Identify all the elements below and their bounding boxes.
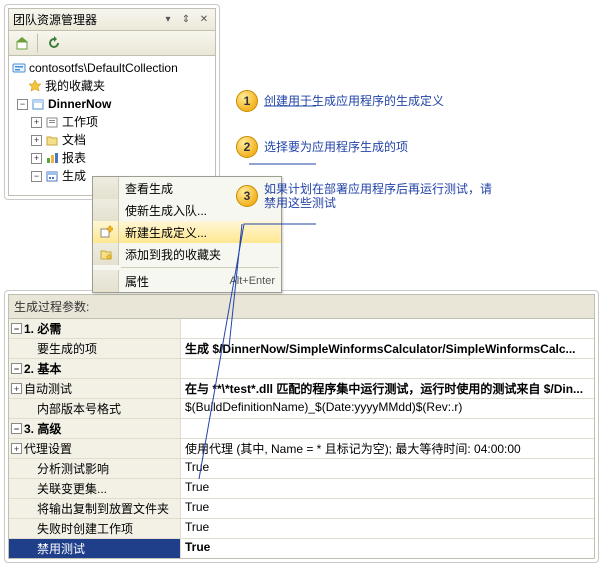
- tree-favorites[interactable]: 我的收藏夹: [11, 77, 213, 95]
- tree-project-label: DinnerNow: [48, 96, 111, 112]
- tree-root[interactable]: contosotfs\DefaultCollection: [11, 59, 213, 77]
- tree-project[interactable]: − DinnerNow: [11, 95, 213, 113]
- callout-1-bullet: 1: [236, 90, 258, 112]
- refresh-icon[interactable]: [43, 33, 65, 53]
- expander-plus-icon[interactable]: +: [11, 383, 22, 394]
- grid-cat-required-label: 1. 必需: [24, 320, 61, 337]
- grid-disabletests-value[interactable]: True: [181, 539, 594, 558]
- callout-3-bullet: 3: [236, 185, 258, 207]
- grid-agent-value[interactable]: 使用代理 (其中, Name = * 且标记为空); 最大等待时间: 04:00…: [181, 439, 594, 458]
- callout-2-bullet: 2: [236, 136, 258, 158]
- grid-disabletests-label: 禁用测试: [37, 540, 85, 557]
- expander-plus-icon[interactable]: +: [31, 153, 42, 164]
- grid-cat-basic-label: 2. 基本: [24, 360, 61, 377]
- expander-minus-icon[interactable]: −: [11, 323, 22, 334]
- callout-3-text: 如果计划在部署应用程序后再运行测试，请禁用这些测试: [264, 182, 494, 210]
- calendar-icon: [44, 168, 60, 184]
- grid-cat-advanced[interactable]: −3. 高级: [9, 418, 594, 438]
- toolbar-separator: [37, 33, 39, 53]
- tree-documents[interactable]: + 文档: [11, 131, 213, 149]
- menu-properties[interactable]: 属性 Alt+Enter: [93, 270, 281, 292]
- grid-row-disable-tests[interactable]: 禁用测试 True: [9, 538, 594, 558]
- add-fav-icon: [93, 243, 119, 265]
- property-grid: −1. 必需 要生成的项 生成 $/DinnerNow/SimpleWinfor…: [8, 319, 595, 559]
- grid-autotests-label: 自动测试: [24, 380, 72, 397]
- grid-row-copyout[interactable]: 将输出复制到放置文件夹 True: [9, 498, 594, 518]
- panel-toolbar: [8, 31, 216, 56]
- expander-plus-icon[interactable]: +: [31, 135, 42, 146]
- team-explorer-panel: 团队资源管理器 ▾ ⇕ ✕ contosotfs\DefaultCollecti…: [4, 4, 220, 200]
- expander-plus-icon[interactable]: +: [11, 443, 22, 454]
- grid-buildnum-label: 内部版本号格式: [37, 400, 121, 417]
- grid-assoc-label: 关联变更集...: [37, 480, 107, 497]
- tree-favorites-label: 我的收藏夹: [45, 78, 105, 94]
- callout-1: 1 创建用于生成应用程序的生成定义: [236, 90, 596, 112]
- grid-autotests-value[interactable]: 在与 **\*test*.dll 匹配的程序集中运行测试，运行时使用的测试来自 …: [181, 379, 594, 398]
- callout-3: 3 如果计划在部署应用程序后再运行测试，请禁用这些测试: [236, 182, 596, 210]
- menu-properties-shortcut: Alt+Enter: [229, 275, 275, 287]
- grid-row-agent[interactable]: +代理设置 使用代理 (其中, Name = * 且标记为空); 最大等待时间:…: [9, 438, 594, 458]
- reports-icon: [44, 150, 60, 166]
- grid-row-assoc[interactable]: 关联变更集... True: [9, 478, 594, 498]
- dropdown-icon[interactable]: ▾: [161, 13, 175, 27]
- panel-title-text: 团队资源管理器: [13, 11, 157, 28]
- tree-workitems-label: 工作项: [62, 114, 98, 130]
- grid-row-createwi[interactable]: 失败时创建工作项 True: [9, 518, 594, 538]
- grid-items-label: 要生成的项: [37, 340, 97, 357]
- tree-workitems[interactable]: + 工作项: [11, 113, 213, 131]
- panel-titlebar: 团队资源管理器 ▾ ⇕ ✕: [8, 8, 216, 31]
- new-build-icon: [93, 221, 119, 243]
- grid-createwi-label: 失败时创建工作项: [37, 520, 133, 537]
- menu-add-fav[interactable]: 添加到我的收藏夹: [93, 243, 281, 265]
- folder-icon: [44, 132, 60, 148]
- tree-builds-label: 生成: [62, 168, 86, 184]
- expander-minus-icon[interactable]: −: [17, 99, 28, 110]
- grid-cat-basic[interactable]: −2. 基本: [9, 358, 594, 378]
- grid-assoc-value[interactable]: True: [181, 479, 594, 498]
- callouts: 1 创建用于生成应用程序的生成定义 2 选择要为应用程序生成的项 3 如果计划在…: [236, 76, 596, 234]
- pin-icon[interactable]: ⇕: [179, 13, 193, 27]
- grid-analyze-label: 分析测试影响: [37, 460, 109, 477]
- grid-createwi-value[interactable]: True: [181, 519, 594, 538]
- grid-row-buildnum[interactable]: 内部版本号格式 $(BuildDefinitionName)_$(Date:yy…: [9, 398, 594, 418]
- expander-minus-icon[interactable]: −: [11, 363, 22, 374]
- grid-analyze-value[interactable]: True: [181, 459, 594, 478]
- star-icon: [27, 78, 43, 94]
- property-grid-frame: 生成过程参数: −1. 必需 要生成的项 生成 $/DinnerNow/Simp…: [4, 290, 599, 563]
- menu-add-fav-label: 添加到我的收藏夹: [119, 246, 275, 263]
- expander-minus-icon[interactable]: −: [11, 423, 22, 434]
- home-icon[interactable]: [11, 33, 33, 53]
- grid-row-analyze[interactable]: 分析测试影响 True: [9, 458, 594, 478]
- expander-plus-icon[interactable]: +: [31, 117, 42, 128]
- grid-buildnum-value[interactable]: $(BuildDefinitionName)_$(Date:yyyyMMdd)$…: [181, 399, 594, 418]
- tree-documents-label: 文档: [62, 132, 86, 148]
- grid-items-value[interactable]: 生成 $/DinnerNow/SimpleWinformsCalculator/…: [181, 339, 594, 358]
- callout-2: 2 选择要为应用程序生成的项: [236, 136, 596, 158]
- menu-properties-label: 属性: [119, 273, 229, 290]
- callout-1-text: 创建用于生成应用程序的生成定义: [264, 94, 444, 108]
- grid-copyout-value[interactable]: True: [181, 499, 594, 518]
- project-icon: [30, 96, 46, 112]
- grid-copyout-label: 将输出复制到放置文件夹: [37, 500, 169, 517]
- property-grid-title: 生成过程参数:: [8, 294, 595, 319]
- callout-2-text: 选择要为应用程序生成的项: [264, 140, 408, 154]
- grid-cat-advanced-label: 3. 高级: [24, 420, 61, 437]
- grid-row-auto-tests[interactable]: +自动测试 在与 **\*test*.dll 匹配的程序集中运行测试，运行时使用…: [9, 378, 594, 398]
- close-icon[interactable]: ✕: [197, 13, 211, 27]
- grid-agent-label: 代理设置: [24, 440, 72, 457]
- grid-cat-required[interactable]: −1. 必需: [9, 319, 594, 338]
- tree-root-label: contosotfs\DefaultCollection: [29, 60, 178, 76]
- tree-reports[interactable]: + 报表: [11, 149, 213, 167]
- workitems-icon: [44, 114, 60, 130]
- server-icon: [11, 60, 27, 76]
- menu-separator: [121, 267, 279, 268]
- tree-view: contosotfs\DefaultCollection 我的收藏夹 − Din…: [8, 56, 216, 196]
- grid-row-items-to-build[interactable]: 要生成的项 生成 $/DinnerNow/SimpleWinformsCalcu…: [9, 338, 594, 358]
- expander-minus-icon[interactable]: −: [31, 171, 42, 182]
- tree-reports-label: 报表: [62, 150, 86, 166]
